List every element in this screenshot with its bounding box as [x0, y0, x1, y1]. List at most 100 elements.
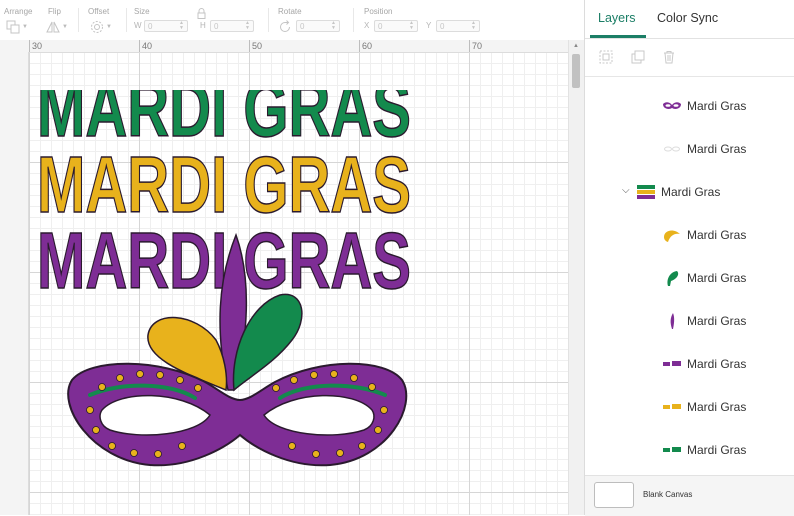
ruler-tick — [469, 40, 470, 52]
layer-item[interactable]: Mardi Gras — [585, 127, 794, 170]
gold-text-thumbnail-icon — [661, 398, 683, 416]
layer-item[interactable]: Mardi Gras — [585, 385, 794, 428]
offset-icon — [91, 21, 103, 33]
mardi-gras-design[interactable]: MARDI GRAS MARDI GRAS MARDI GRAS — [30, 90, 430, 470]
chevron-down-icon[interactable]: ⌵ — [622, 185, 630, 196]
stepper-icon[interactable]: ▲ ▼ — [179, 21, 184, 31]
chevron-down-icon: ▼ — [62, 24, 68, 30]
green-mardi-gras-text: MARDI GRAS — [36, 90, 412, 154]
layer-item[interactable]: Mardi Gras — [585, 256, 794, 299]
layer-name: Mardi Gras — [687, 141, 747, 156]
layer-item[interactable]: Mardi Gras — [585, 84, 794, 127]
layer-item[interactable]: Mardi Gras — [585, 299, 794, 342]
height-field[interactable]: 0 ▲ ▼ — [210, 20, 254, 32]
layers-panel: Layers Color Sync Mardi Gras Mardi Gras … — [584, 0, 794, 516]
gold-mardi-gras-text: MARDI GRAS — [36, 139, 412, 230]
trash-icon[interactable] — [662, 50, 676, 64]
top-ruler: 30 40 50 60 70 — [0, 40, 568, 53]
layer-name: Mardi Gras — [661, 184, 721, 199]
flip-button[interactable]: ▼ — [46, 20, 68, 34]
green-feather-thumbnail-icon — [661, 269, 683, 287]
lock-icon[interactable] — [197, 8, 206, 19]
rotate-icon — [280, 20, 290, 32]
blank-canvas-label: Blank Canvas — [643, 490, 693, 499]
x-label: X — [364, 21, 370, 30]
scrollbar-thumb[interactable] — [572, 54, 580, 88]
ruler-mark: 30 — [32, 41, 43, 51]
height-value: 0 — [214, 21, 219, 31]
y-value: 0 — [440, 21, 445, 31]
stepper-icon[interactable]: ▲ ▼ — [245, 21, 250, 31]
layer-item[interactable]: Mardi Gras — [585, 342, 794, 385]
layer-actions — [585, 38, 794, 77]
stepper-icon[interactable]: ▲ ▼ — [471, 21, 476, 31]
tab-layers[interactable]: Layers — [598, 11, 636, 25]
purple-feather-thumbnail-icon — [661, 312, 683, 330]
ruler-mark: 60 — [362, 41, 373, 51]
arrange-label: Arrange — [4, 7, 33, 16]
divider — [353, 8, 354, 32]
blank-canvas-swatch[interactable] — [594, 482, 634, 508]
rotate-field[interactable]: 0 ▲ ▼ — [296, 20, 340, 32]
ruler-tick — [249, 40, 250, 52]
chevron-down-icon: ▼ — [22, 24, 28, 30]
y-field[interactable]: 0 ▲ ▼ — [436, 20, 480, 32]
x-field[interactable]: 0 ▲ ▼ — [374, 20, 418, 32]
design-text-green: MARDI GRAS — [37, 90, 411, 153]
layer-group-item[interactable]: ⌵ Mardi Gras — [585, 170, 794, 213]
duplicate-icon[interactable] — [631, 50, 645, 64]
stepper-icon[interactable]: ▲ ▼ — [409, 21, 414, 31]
mask-outline-thumbnail-icon — [661, 140, 683, 158]
offset-label: Offset — [88, 7, 110, 16]
panel-tabs: Layers Color Sync — [585, 0, 794, 39]
chevron-down-icon: ▼ — [106, 24, 112, 30]
divider — [126, 8, 127, 32]
stepper-icon[interactable]: ▲ ▼ — [331, 21, 336, 31]
ruler-mark: 50 — [252, 41, 263, 51]
tab-color-sync[interactable]: Color Sync — [657, 11, 718, 25]
purple-text-thumbnail-icon — [661, 355, 683, 373]
divider — [78, 8, 79, 32]
y-label: Y — [426, 21, 432, 30]
height-label: H — [200, 21, 206, 30]
layer-item[interactable]: Mardi Gras — [585, 213, 794, 256]
layer-name: Mardi Gras — [687, 399, 747, 414]
ruler-mark: 40 — [142, 41, 153, 51]
left-ruler — [0, 52, 29, 515]
layer-name: Mardi Gras — [687, 356, 747, 371]
group-thumbnail-icon — [635, 183, 657, 201]
ruler-tick — [29, 40, 30, 52]
edit-toolbar: Arrange ▼ Flip ▼ Offset ▼ Size W 0 ▲ ▼ H … — [0, 0, 584, 41]
position-label: Position — [364, 7, 393, 16]
layer-name: Mardi Gras — [687, 98, 747, 113]
rotate-value: 0 — [300, 21, 305, 31]
arrange-icon — [6, 20, 20, 34]
width-value: 0 — [148, 21, 153, 31]
ruler-tick — [359, 40, 360, 52]
layer-name: Mardi Gras — [687, 227, 747, 242]
offset-button[interactable]: ▼ — [90, 20, 112, 34]
size-label: Size — [134, 7, 150, 16]
layer-item[interactable]: Mardi Gras — [585, 428, 794, 471]
green-text-thumbnail-icon — [661, 441, 683, 459]
width-field[interactable]: 0 ▲ ▼ — [144, 20, 188, 32]
layer-name: Mardi Gras — [687, 313, 747, 328]
flip-icon — [46, 21, 60, 33]
layer-list: Mardi Gras Mardi Gras ⌵ Mardi Gras Mardi… — [585, 77, 794, 475]
arrange-button[interactable]: ▼ — [6, 20, 28, 34]
ruler-mark: 70 — [472, 41, 483, 51]
blank-canvas-row[interactable]: Blank Canvas — [585, 475, 794, 516]
layer-name: Mardi Gras — [687, 270, 747, 285]
canvas-vertical-scrollbar[interactable]: ▲ — [568, 40, 584, 515]
flip-label: Flip — [48, 7, 61, 16]
gold-feather-thumbnail-icon — [661, 226, 683, 244]
layer-name: Mardi Gras — [687, 442, 747, 457]
mask-thumbnail-icon — [661, 97, 683, 115]
divider — [268, 8, 269, 32]
scroll-up-icon[interactable]: ▲ — [573, 43, 579, 49]
rotate-label: Rotate — [278, 7, 302, 16]
design-text-gold: MARDI GRAS — [37, 140, 411, 229]
group-icon[interactable] — [599, 50, 613, 64]
width-label: W — [134, 21, 142, 30]
x-value: 0 — [378, 21, 383, 31]
